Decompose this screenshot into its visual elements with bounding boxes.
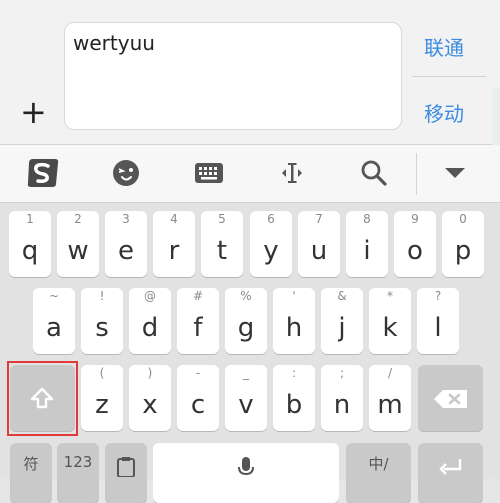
key-u[interactable]: 7u xyxy=(298,211,340,277)
ime-toolbar xyxy=(0,145,500,203)
toolbar-separator xyxy=(416,153,417,195)
key-n[interactable]: ; n xyxy=(321,365,363,431)
emoji-icon[interactable] xyxy=(106,145,146,201)
enter-key[interactable] xyxy=(418,443,483,503)
backspace-icon xyxy=(434,390,467,408)
key-a[interactable]: ~ a xyxy=(33,288,75,354)
key-k[interactable]: * k xyxy=(369,288,411,354)
key-c[interactable]: -c xyxy=(177,365,219,431)
microphone-icon xyxy=(238,457,254,476)
key-w[interactable]: 2w xyxy=(57,211,99,277)
key-e[interactable]: 3e xyxy=(105,211,147,277)
compose-area: + wertyuu 联通 移动 xyxy=(0,0,500,145)
key-i[interactable]: 8i xyxy=(346,211,388,277)
clipboard-key[interactable] xyxy=(105,443,147,503)
search-icon[interactable] xyxy=(354,145,394,201)
key-v[interactable]: _ v xyxy=(225,365,267,431)
message-input-value: wertyuu xyxy=(73,31,155,55)
keyboard-icon[interactable] xyxy=(189,145,229,201)
key-r[interactable]: 4r xyxy=(153,211,195,277)
clipboard-icon xyxy=(117,457,135,477)
key-t[interactable]: 5t xyxy=(201,211,243,277)
language-key[interactable]: 中/ xyxy=(346,443,411,503)
shift-key-highlight xyxy=(7,361,78,436)
move-link[interactable]: 移动 xyxy=(424,98,464,127)
key-y[interactable]: 6y xyxy=(250,211,292,277)
key-l[interactable]: ? l xyxy=(417,288,459,354)
key-x[interactable]: ) x xyxy=(129,365,171,431)
add-attachment-button[interactable]: + xyxy=(20,96,47,128)
key-h[interactable]: ' h xyxy=(273,288,315,354)
key-g[interactable]: % g xyxy=(225,288,267,354)
number-key[interactable]: 123 xyxy=(57,443,99,503)
key-s[interactable]: ! s xyxy=(81,288,123,354)
keyboard: 1q 2w 3e 4r 5t 6y 7u 8i 9o 0p ~ a ! s @ d #… xyxy=(0,203,500,503)
key-p[interactable]: 0p xyxy=(442,211,484,277)
key-z[interactable]: (z xyxy=(81,365,123,431)
backspace-key[interactable] xyxy=(418,365,483,431)
symbol-key[interactable]: 符 xyxy=(10,443,52,503)
side-divider xyxy=(412,76,486,77)
space-key[interactable] xyxy=(153,443,339,503)
cursor-move-icon[interactable] xyxy=(272,145,312,201)
collapse-icon[interactable] xyxy=(436,145,474,201)
key-m[interactable]: / m xyxy=(369,365,411,431)
key-o[interactable]: 9o xyxy=(394,211,436,277)
enter-icon xyxy=(439,459,462,475)
contacts-link[interactable]: 联通 xyxy=(424,32,464,61)
message-input[interactable]: wertyuu xyxy=(64,22,402,130)
key-b[interactable]: :b xyxy=(273,365,315,431)
key-q[interactable]: 1q xyxy=(9,211,51,277)
key-d[interactable]: @ d xyxy=(129,288,171,354)
key-f[interactable]: # f xyxy=(177,288,219,354)
sogou-logo-icon[interactable] xyxy=(22,145,64,201)
key-j[interactable]: & j xyxy=(321,288,363,354)
